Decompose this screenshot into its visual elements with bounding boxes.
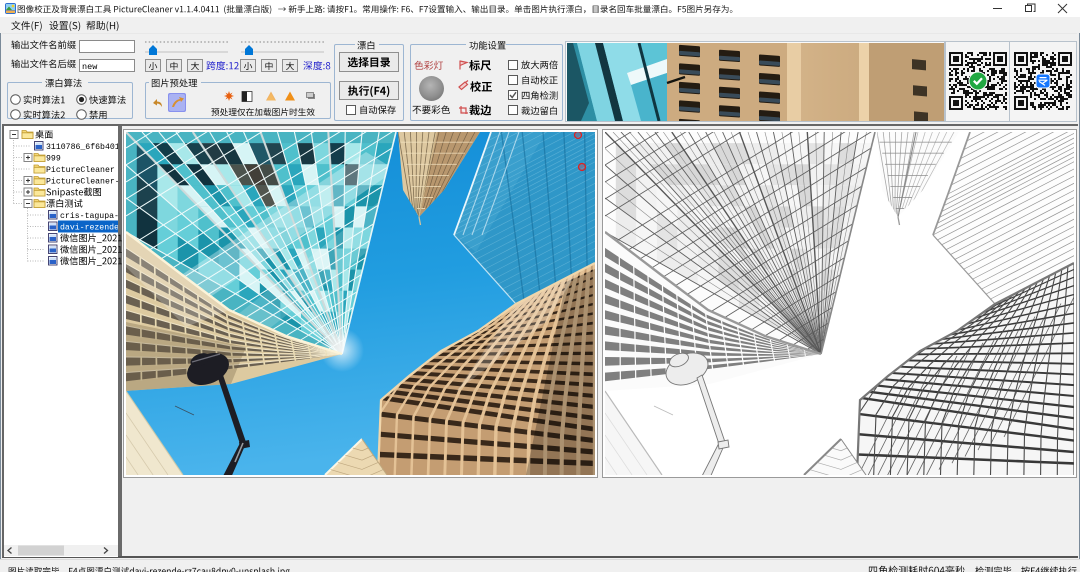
- svg-text:3110786_6f6b401: 3110786_6f6b401: [46, 142, 118, 152]
- svg-text:cris-tagupa-: cris-tagupa-: [60, 211, 118, 221]
- svg-text:PictureCleaner: PictureCleaner: [46, 165, 115, 175]
- svg-text:davi-rezende: davi-rezende: [60, 223, 118, 233]
- svg-text:PictureCleaner--: PictureCleaner--: [46, 177, 118, 187]
- svg-text:999: 999: [46, 155, 61, 164]
